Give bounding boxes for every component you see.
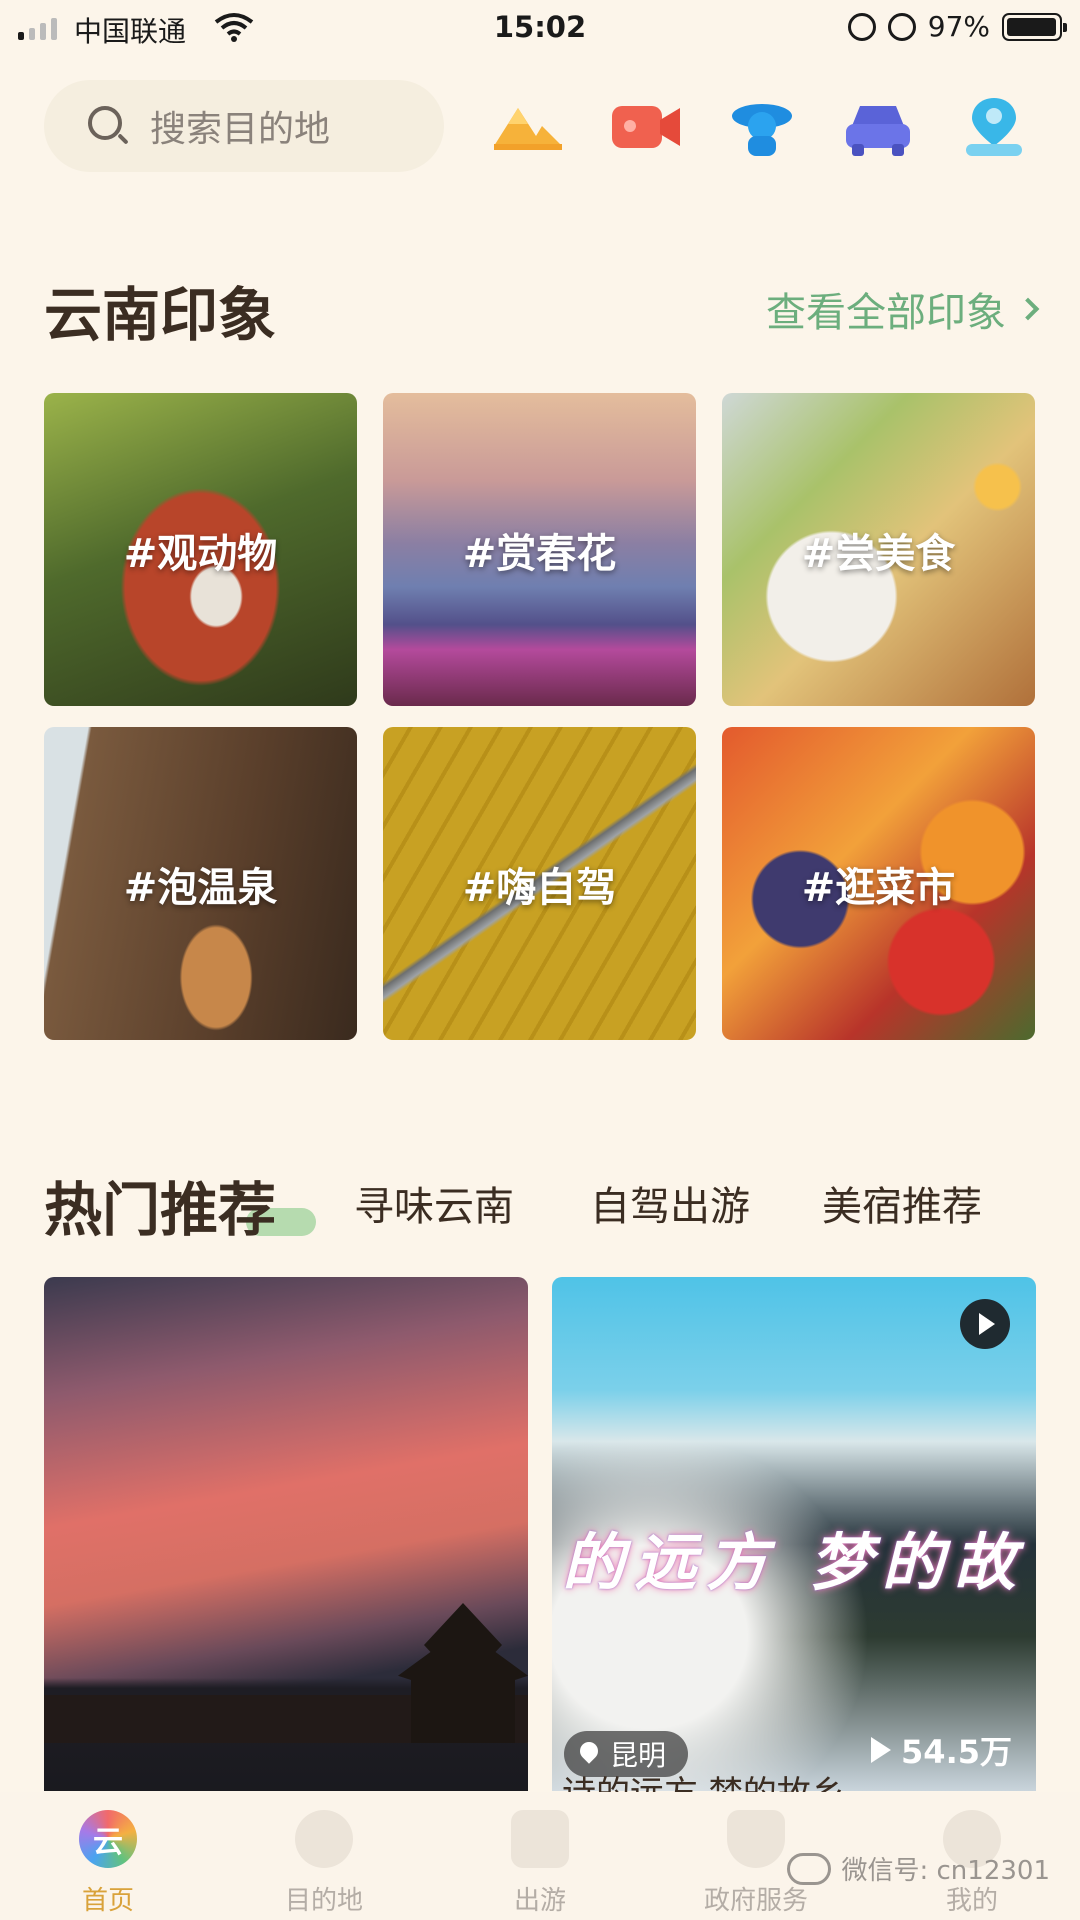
card-caption: 诗的远方 梦的故乡 <box>562 1772 1022 1792</box>
status-bar: 中国联通 15:02 97% <box>0 0 1080 56</box>
tab-hot-recommendations[interactable]: 热门推荐 <box>44 1163 276 1247</box>
tab-homestays[interactable]: 美宿推荐 <box>822 1174 982 1232</box>
view-all-impressions-link[interactable]: 查看全部印象 <box>766 280 1040 338</box>
watermark-text: 微信号: cn12301 <box>841 1856 1050 1886</box>
play-count-icon <box>871 1737 892 1763</box>
location-person-icon[interactable] <box>958 96 1030 158</box>
tile-label: #逛菜市 <box>801 864 956 911</box>
play-count-value: 54.5万 <box>901 1733 1012 1771</box>
nav-label: 目的地 <box>284 1886 363 1916</box>
tile-label: #嗨自驾 <box>462 864 617 911</box>
impression-tile-flowers[interactable]: #赏春花 <box>383 393 696 706</box>
view-all-label: 查看全部印象 <box>766 290 1006 336</box>
recommendation-card[interactable] <box>44 1277 528 1791</box>
tab-taste-yunnan[interactable]: 寻味云南 <box>354 1174 514 1232</box>
play-count: 54.5万 <box>871 1727 1012 1773</box>
map-pin-icon <box>295 1810 353 1868</box>
suitcase-icon <box>511 1810 569 1868</box>
pavilion-silhouette <box>398 1603 528 1743</box>
wechat-icon <box>787 1852 832 1885</box>
search-input[interactable]: 搜索目的地 <box>44 80 444 172</box>
location-pin-icon <box>580 1742 600 1766</box>
nav-label: 出游 <box>513 1886 566 1916</box>
tile-label: #观动物 <box>123 530 278 577</box>
battery-percent: 97% <box>927 10 990 43</box>
tile-label: #尝美食 <box>801 530 956 577</box>
nav-item-destination[interactable]: 目的地 <box>216 1810 432 1917</box>
yun-logo-icon: 云 <box>79 1810 137 1868</box>
chevron-right-icon <box>1016 297 1040 321</box>
battery-icon <box>1002 12 1067 41</box>
search-placeholder: 搜索目的地 <box>150 109 331 150</box>
search-icon <box>88 106 129 146</box>
tab-self-drive-trips[interactable]: 自驾出游 <box>590 1174 750 1232</box>
car-icon[interactable] <box>842 96 914 158</box>
alarm-icon <box>887 12 916 41</box>
watermark: 微信号: cn12301 <box>787 1850 1050 1887</box>
section-title-impressions: 云南印象 <box>44 281 277 349</box>
tile-label: #泡温泉 <box>123 864 278 911</box>
nav-label: 首页 <box>81 1886 134 1916</box>
impression-tile-self-drive[interactable]: #嗨自驾 <box>383 727 696 1040</box>
impression-tile-food[interactable]: #尝美食 <box>722 393 1035 706</box>
tile-label: #赏春花 <box>462 530 617 577</box>
location-name: 昆明 <box>610 1739 667 1772</box>
play-icon[interactable] <box>960 1299 1010 1349</box>
mountain-icon[interactable] <box>492 96 564 158</box>
quick-icons <box>492 96 1052 158</box>
video-camera-icon[interactable] <box>610 96 682 158</box>
recommendation-card-video[interactable]: 的远方 梦的故 昆明 54.5万 <box>552 1277 1036 1791</box>
shield-icon <box>727 1810 785 1868</box>
rotation-lock-icon <box>847 12 876 41</box>
location-tag[interactable]: 昆明 <box>564 1731 689 1777</box>
impression-tile-hot-springs[interactable]: #泡温泉 <box>44 727 357 1040</box>
card-banner-text: 的远方 梦的故 <box>562 1526 1026 1599</box>
impression-tile-market[interactable]: #逛菜市 <box>722 727 1035 1040</box>
nav-item-home[interactable]: 云 首页 <box>0 1810 216 1917</box>
nav-item-travel[interactable]: 出游 <box>432 1810 648 1917</box>
guide-person-icon[interactable] <box>726 96 798 158</box>
impression-tile-animals[interactable]: #观动物 <box>44 393 357 706</box>
